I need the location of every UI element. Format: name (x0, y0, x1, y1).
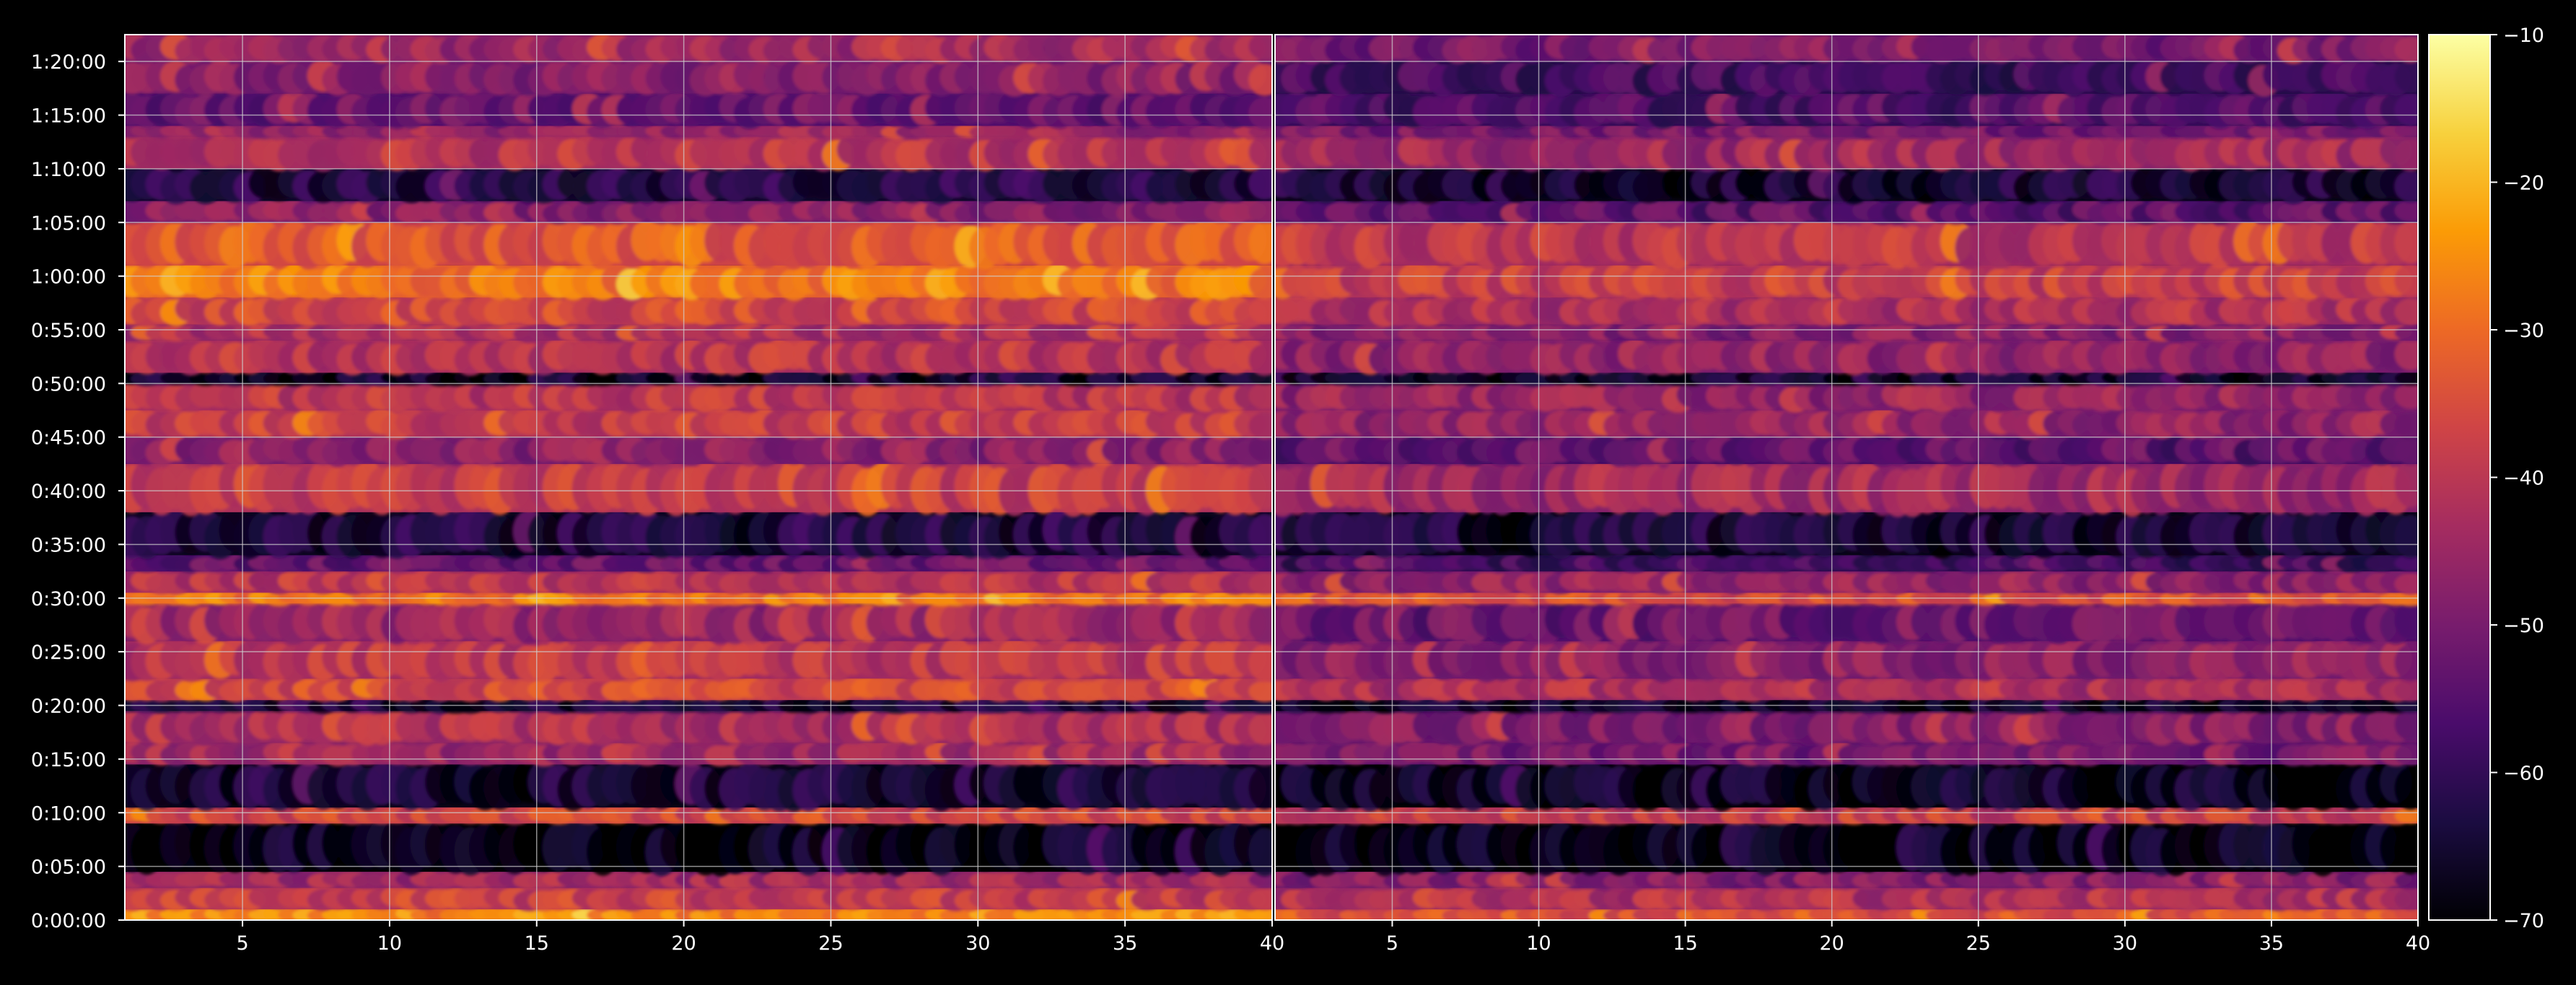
heat-band-cells (125, 323, 1272, 343)
heat-band-cells (125, 337, 1272, 376)
heat-band-cells (1275, 198, 2418, 225)
spectrogram-figure: 0:00:000:05:000:10:000:15:000:20:000:25:… (0, 0, 2576, 985)
heat-band-cells (125, 870, 1272, 890)
heatmap-panel-left (125, 35, 1272, 920)
heatmap-panel-right (1275, 35, 2418, 920)
heat-band-cells (1275, 760, 2418, 812)
heat-band-cells (125, 218, 1272, 270)
heat-band-cells (1275, 323, 2418, 343)
heat-band-cells (1275, 600, 2418, 645)
heat-band-cells (1275, 818, 2418, 877)
heat-band-cells (125, 434, 1272, 467)
heat-band-cells (125, 818, 1272, 877)
heat-band-cells (125, 760, 1272, 812)
heat-band-cells (125, 707, 1272, 746)
heat-band-cells (125, 508, 1272, 559)
heat-band-cells (1275, 218, 2418, 270)
heat-band-cells (1275, 740, 2418, 767)
heat-band-cells (1275, 676, 2418, 703)
heat-band-cells (1275, 459, 2418, 517)
heat-band-cells (1275, 434, 2418, 467)
heat-band-cells (1275, 262, 2418, 301)
heat-band-cells (125, 58, 1272, 97)
heat-band-cells (125, 35, 1272, 64)
